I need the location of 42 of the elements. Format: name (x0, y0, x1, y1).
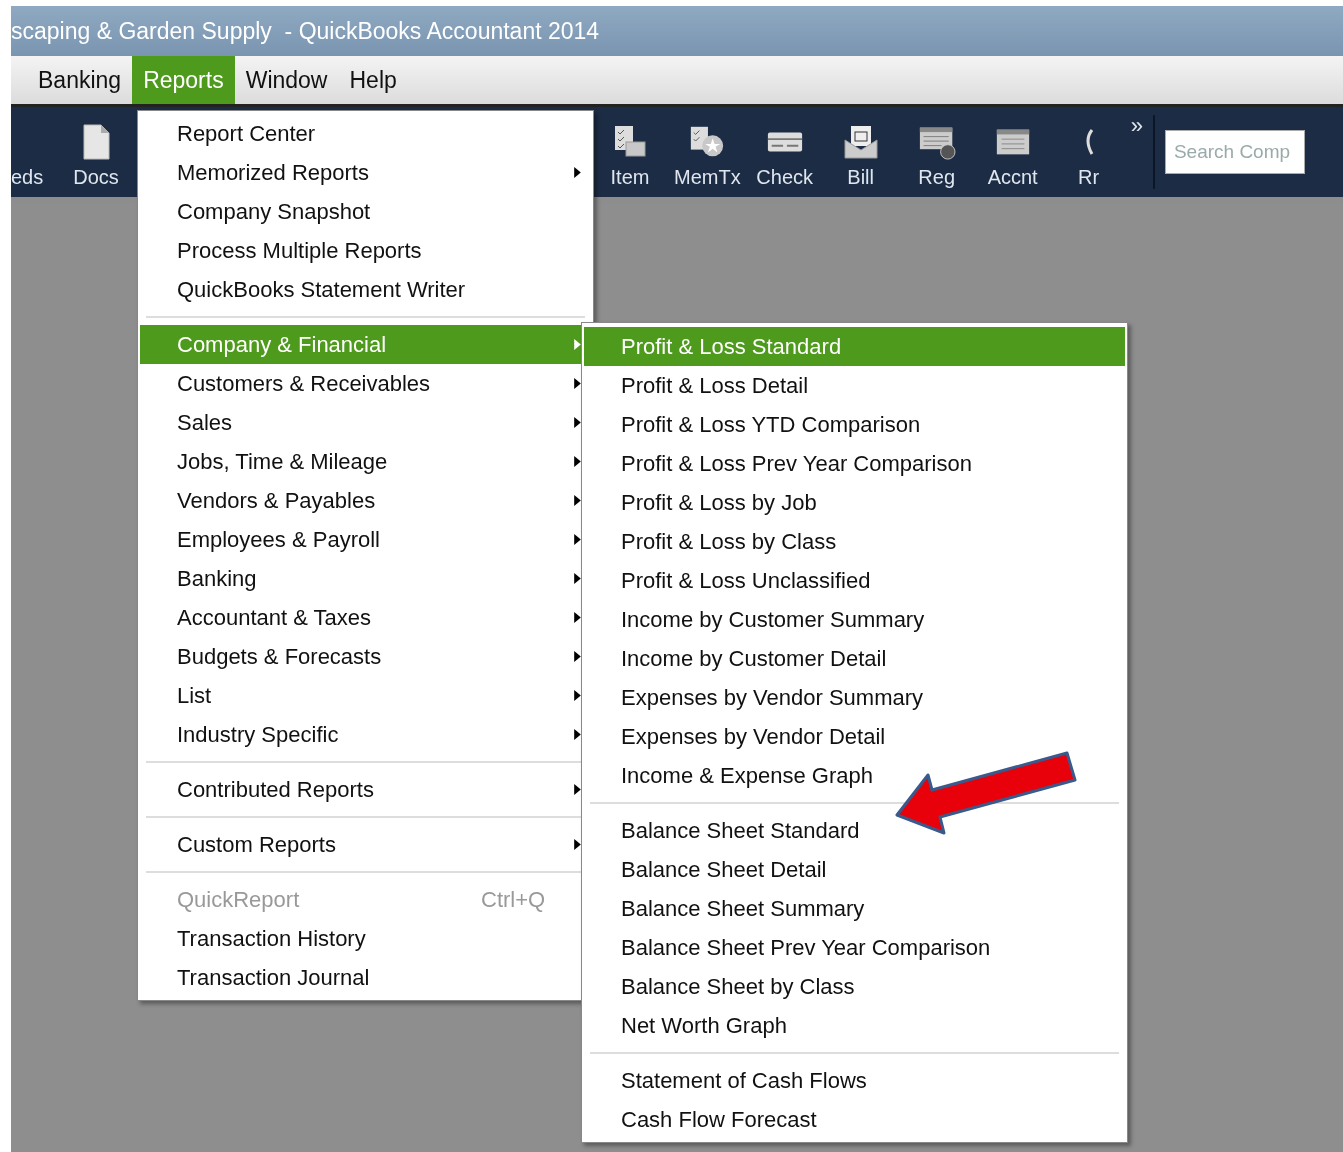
menu-item[interactable]: Profit & Loss YTD Comparison (584, 405, 1125, 444)
toolbar-button[interactable]: Accnt (974, 107, 1051, 197)
toolbar-button[interactable]: Bill (822, 107, 899, 197)
more-button[interactable]: » (1126, 113, 1147, 139)
toolbar-button[interactable]: Rr (1050, 107, 1127, 197)
toolbar-button[interactable]: eds (11, 107, 58, 197)
menu-item[interactable]: Balance Sheet by Class (584, 967, 1125, 1006)
menu-item[interactable]: Income by Customer Detail (584, 639, 1125, 678)
menu-item[interactable]: Window (234, 56, 339, 104)
menu-item[interactable]: Process Multiple Reports (140, 231, 591, 270)
window-title: scaping & Garden Supply - QuickBooks Accountant 2014 (11, 17, 600, 45)
envelope-icon (841, 124, 880, 160)
menu-item[interactable]: Profit & Loss by Class (584, 522, 1125, 561)
menu-item[interactable]: Income by Customer Summary (584, 600, 1125, 639)
menu-item[interactable]: QuickBooks Statement Writer (140, 270, 591, 309)
menu-item[interactable]: Help (338, 56, 408, 104)
menu-item[interactable]: Balance Sheet Prev Year Comparison (584, 928, 1125, 967)
menu-item[interactable]: Income & Expense Graph (584, 756, 1125, 795)
menu-item[interactable]: Reports (132, 56, 235, 104)
menu-item[interactable]: Expenses by Vendor Summary (584, 678, 1125, 717)
menu-item[interactable]: Company Snapshot (140, 192, 591, 231)
menu-item[interactable]: Balance Sheet Summary (584, 889, 1125, 928)
menu-item[interactable]: Statement of Cash Flows (584, 1061, 1125, 1100)
menu-item[interactable]: Balance Sheet Detail (584, 850, 1125, 889)
menu-item[interactable]: Profit & Loss Prev Year Comparison (584, 444, 1125, 483)
menu-item[interactable]: Profit & Loss Unclassified (584, 561, 1125, 600)
menu-item[interactable]: Banking (27, 56, 133, 104)
toolbar-button[interactable]: MemTx (668, 107, 747, 197)
menu-item[interactable]: Balance Sheet Standard (584, 811, 1125, 850)
menu-item[interactable]: Profit & Loss by Job (584, 483, 1125, 522)
toolbar-button[interactable]: Reg (898, 107, 975, 197)
toolbar-button[interactable]: Check (746, 107, 823, 197)
menu-item[interactable]: Profit & Loss Standard (584, 327, 1125, 366)
menu-item[interactable]: Net Worth Graph (584, 1006, 1125, 1045)
menu-item[interactable]: Report Center (140, 114, 591, 153)
menu-item[interactable]: Memorized Reports (140, 153, 591, 192)
toolbar-button[interactable]: Item (592, 107, 668, 197)
menu-item[interactable]: Expenses by Vendor Detail (584, 717, 1125, 756)
search-field[interactable]: Search Comp (1164, 130, 1305, 174)
menu-item[interactable]: Cash Flow Forecast (584, 1100, 1125, 1139)
toolbar-button[interactable]: Docs (57, 107, 133, 197)
menu-item[interactable]: Profit & Loss Detail (584, 366, 1125, 405)
